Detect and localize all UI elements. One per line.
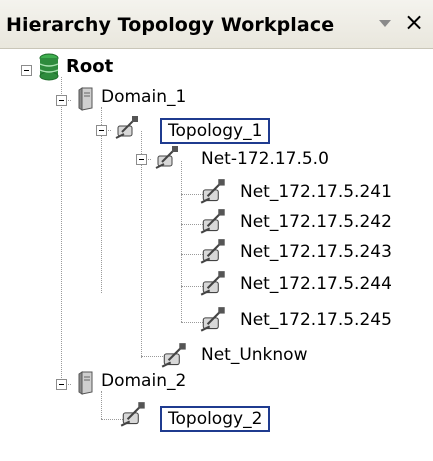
tree-node-net-unknow[interactable]: Net_Unknow: [201, 345, 307, 365]
tree-node-net-child[interactable]: Net_172.17.5.244: [240, 274, 392, 294]
collapse-toggle-topology-1[interactable]: [96, 125, 107, 136]
panel-title: Hierarchy Topology Workplace: [6, 14, 335, 36]
close-icon[interactable]: ×: [404, 10, 424, 34]
collapse-toggle-root[interactable]: [21, 65, 32, 76]
tree-node-net-child[interactable]: Net_172.17.5.242: [240, 212, 392, 232]
network-node-icon: [199, 207, 229, 241]
collapse-toggle-domain-1[interactable]: [56, 95, 67, 106]
tree-node-net[interactable]: Net-172.17.5.0: [201, 149, 329, 169]
tree-connector: [141, 131, 142, 358]
tree-node-root[interactable]: Root: [66, 56, 113, 77]
server-icon: [77, 86, 95, 116]
topology-panel: Hierarchy Topology Workplace × Root Doma…: [0, 0, 433, 461]
tree-node-domain-2[interactable]: Domain_2: [101, 371, 186, 391]
tree-connector: [61, 77, 62, 378]
tree-connector: [181, 161, 182, 322]
collapse-toggle-domain-2[interactable]: [56, 379, 67, 390]
panel-titlebar: Hierarchy Topology Workplace ×: [0, 0, 433, 49]
server-icon: [77, 370, 95, 400]
tree-node-net-child[interactable]: Net_172.17.5.241: [240, 182, 392, 202]
tree-node-topology-1[interactable]: Topology_1: [160, 118, 271, 144]
tree-node-net-child[interactable]: Net_172.17.5.243: [240, 242, 392, 262]
network-node-icon: [154, 144, 182, 176]
network-node-icon: [199, 269, 229, 303]
network-node-icon: [199, 305, 229, 339]
network-node-icon: [199, 177, 229, 211]
tree-node-net-child[interactable]: Net_172.17.5.245: [240, 310, 392, 330]
dropdown-arrow-icon[interactable]: [379, 20, 391, 27]
topology-tree: Root Domain_1 Topology_1 Net-172.17.5.0 …: [0, 48, 433, 461]
collapse-toggle-net[interactable]: [136, 154, 147, 165]
network-node-icon: [119, 400, 149, 434]
database-icon: [38, 53, 60, 85]
network-node-icon: [160, 341, 190, 375]
network-node-icon: [114, 114, 142, 146]
tree-node-topology-2[interactable]: Topology_2: [160, 406, 271, 432]
tree-connector: [101, 391, 102, 419]
tree-node-domain-1[interactable]: Domain_1: [101, 87, 186, 107]
network-node-icon: [199, 237, 229, 271]
